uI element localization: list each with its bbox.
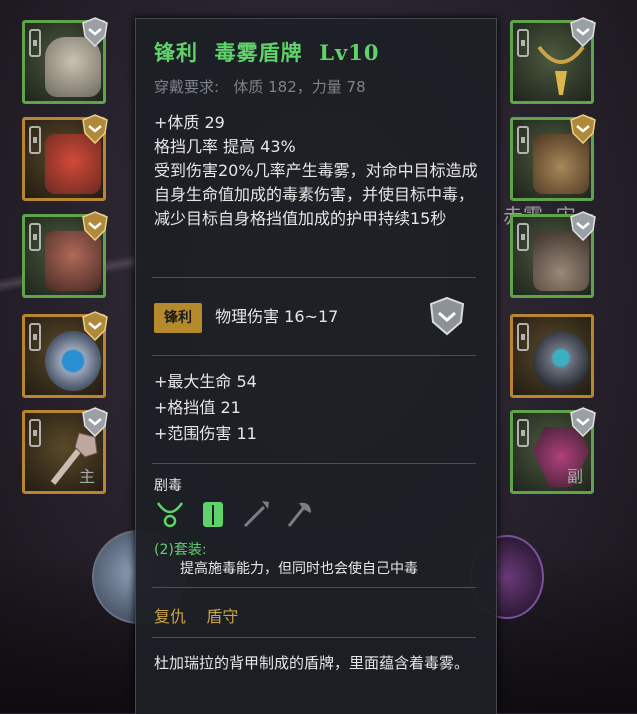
item-level: Lv10	[319, 40, 380, 65]
affix-text: 物理伤害 16~17	[215, 307, 339, 326]
shield-badge-icon	[82, 407, 108, 437]
set-bonus-text: 提高施毒能力，但同时也会使自己中毒	[180, 561, 418, 577]
amulet-slot[interactable]	[510, 17, 596, 104]
bonus-stat: +范围伤害 11	[154, 424, 257, 443]
flavor-text: 杜加瑞拉的背甲制成的盾牌，里面蕴含着毒雾。	[154, 654, 470, 672]
shield-badge-icon	[82, 17, 108, 47]
item-prefix: 锋利	[154, 40, 198, 65]
item-tooltip: 锋利 毒雾盾牌 Lv10 穿戴要求: 体质 182，力量 78 +体质 29 格…	[135, 18, 497, 714]
boots-slot[interactable]	[510, 211, 596, 298]
shield-badge-icon	[570, 17, 596, 47]
lock-icon	[517, 419, 529, 447]
ring-slot[interactable]	[22, 311, 108, 398]
lock-icon	[517, 223, 529, 251]
divider	[152, 463, 476, 464]
lock-icon	[29, 323, 41, 351]
lock-icon	[517, 323, 529, 351]
shield-badge-icon	[570, 407, 596, 437]
lock-icon	[517, 126, 529, 154]
helmet-slot[interactable]	[22, 17, 108, 104]
main-hand-tag: 主	[78, 467, 95, 486]
lock-icon	[29, 419, 41, 447]
cloak-slot[interactable]	[22, 211, 108, 298]
lock-icon	[29, 126, 41, 154]
divider	[152, 637, 476, 638]
weapon-slot[interactable]: 主	[22, 407, 108, 494]
set-icons	[156, 499, 323, 531]
shield-slot[interactable]: 副	[510, 407, 596, 494]
base-stats: +体质 29 格挡几率 提高 43% 受到伤害20%几率产生毒雾，对命中目标造成…	[154, 111, 484, 231]
lock-icon	[29, 29, 41, 57]
necklace-icon[interactable]	[156, 499, 184, 529]
bonus-stat: +最大生命 54	[154, 372, 257, 391]
divider	[152, 355, 476, 356]
proc-description: 受到伤害20%几率产生毒雾，对命中目标造成自身生命值加成的毒素伤害，并使目标中毒…	[154, 161, 478, 228]
shield-badge-icon	[82, 114, 108, 144]
shield-badge-icon	[82, 211, 108, 241]
requirement-row: 穿戴要求: 体质 182，力量 78	[154, 76, 366, 97]
compare-shield-icon[interactable]	[428, 296, 466, 336]
spear-icon[interactable]	[242, 499, 270, 529]
stat-line: 格挡几率 提高 43%	[154, 137, 296, 156]
set-bonus-label: (2)套装:	[154, 542, 207, 558]
stat-line: +体质 29	[154, 113, 225, 132]
item-title: 锋利 毒雾盾牌 Lv10	[154, 37, 379, 67]
armor-icon[interactable]	[199, 499, 227, 529]
gloves-slot[interactable]	[510, 114, 596, 201]
armor-slot[interactable]	[22, 114, 108, 201]
skill-list: 复仇 盾守	[154, 603, 238, 627]
off-hand-tag: 副	[566, 467, 583, 486]
ring-icon	[533, 331, 589, 391]
requirement-label: 穿戴要求:	[154, 78, 220, 96]
lock-icon	[517, 29, 529, 57]
skill-name: 盾守	[206, 607, 239, 626]
shield-badge-icon	[570, 114, 596, 144]
lock-icon	[29, 223, 41, 251]
item-name: 毒雾盾牌	[214, 40, 303, 65]
bonus-stats: +最大生命 54 +格挡值 21 +范围伤害 11	[154, 369, 484, 447]
ring2-slot[interactable]	[510, 314, 594, 398]
shield-badge-icon	[82, 311, 108, 341]
bonus-stat: +格挡值 21	[154, 398, 241, 417]
shield-badge-icon	[570, 211, 596, 241]
skill-name: 复仇	[154, 607, 187, 626]
set-name: 剧毒	[154, 478, 182, 494]
requirement-values: 体质 182，力量 78	[233, 78, 366, 96]
divider	[152, 587, 476, 588]
divider	[152, 277, 476, 278]
axe-icon[interactable]	[285, 499, 313, 529]
affix-chip: 锋利	[154, 303, 202, 333]
